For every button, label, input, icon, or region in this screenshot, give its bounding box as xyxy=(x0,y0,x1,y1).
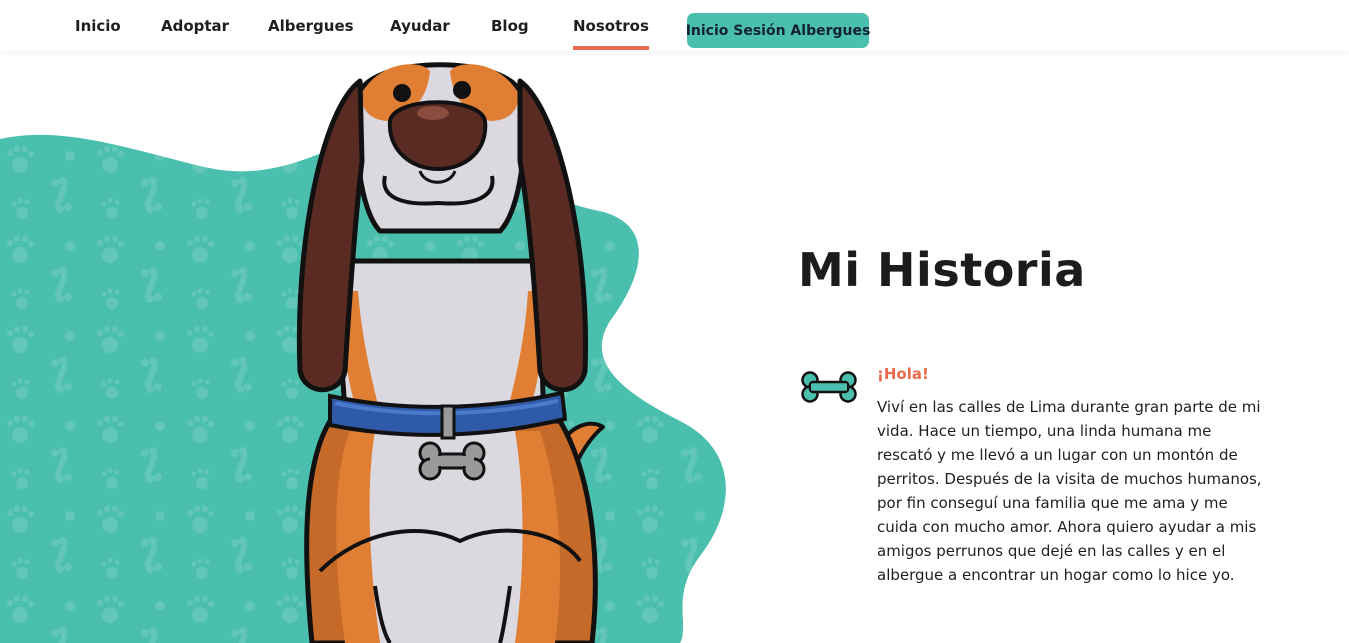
story-greeting: ¡Hola! xyxy=(877,365,929,383)
nav-link-blog[interactable]: Blog xyxy=(491,16,529,36)
dog-illustration xyxy=(0,62,726,643)
bone-icon xyxy=(801,371,857,403)
hero-illustration xyxy=(0,51,740,643)
shelter-login-button[interactable]: Inicio Sesión Albergues xyxy=(686,13,870,48)
nav-link-nosotros[interactable]: Nosotros xyxy=(573,16,649,50)
nav-link-ayudar[interactable]: Ayudar xyxy=(390,16,450,36)
story-body: Viví en las calles de Lima durante gran … xyxy=(877,398,1262,584)
top-navbar: Inicio Adoptar Albergues Ayudar Blog Nos… xyxy=(0,0,1349,51)
nav-link-albergues[interactable]: Albergues xyxy=(268,16,354,36)
nav-link-inicio[interactable]: Inicio xyxy=(75,16,121,36)
story-title: Mi Historia xyxy=(798,243,1086,297)
nav-link-adoptar[interactable]: Adoptar xyxy=(161,16,229,36)
